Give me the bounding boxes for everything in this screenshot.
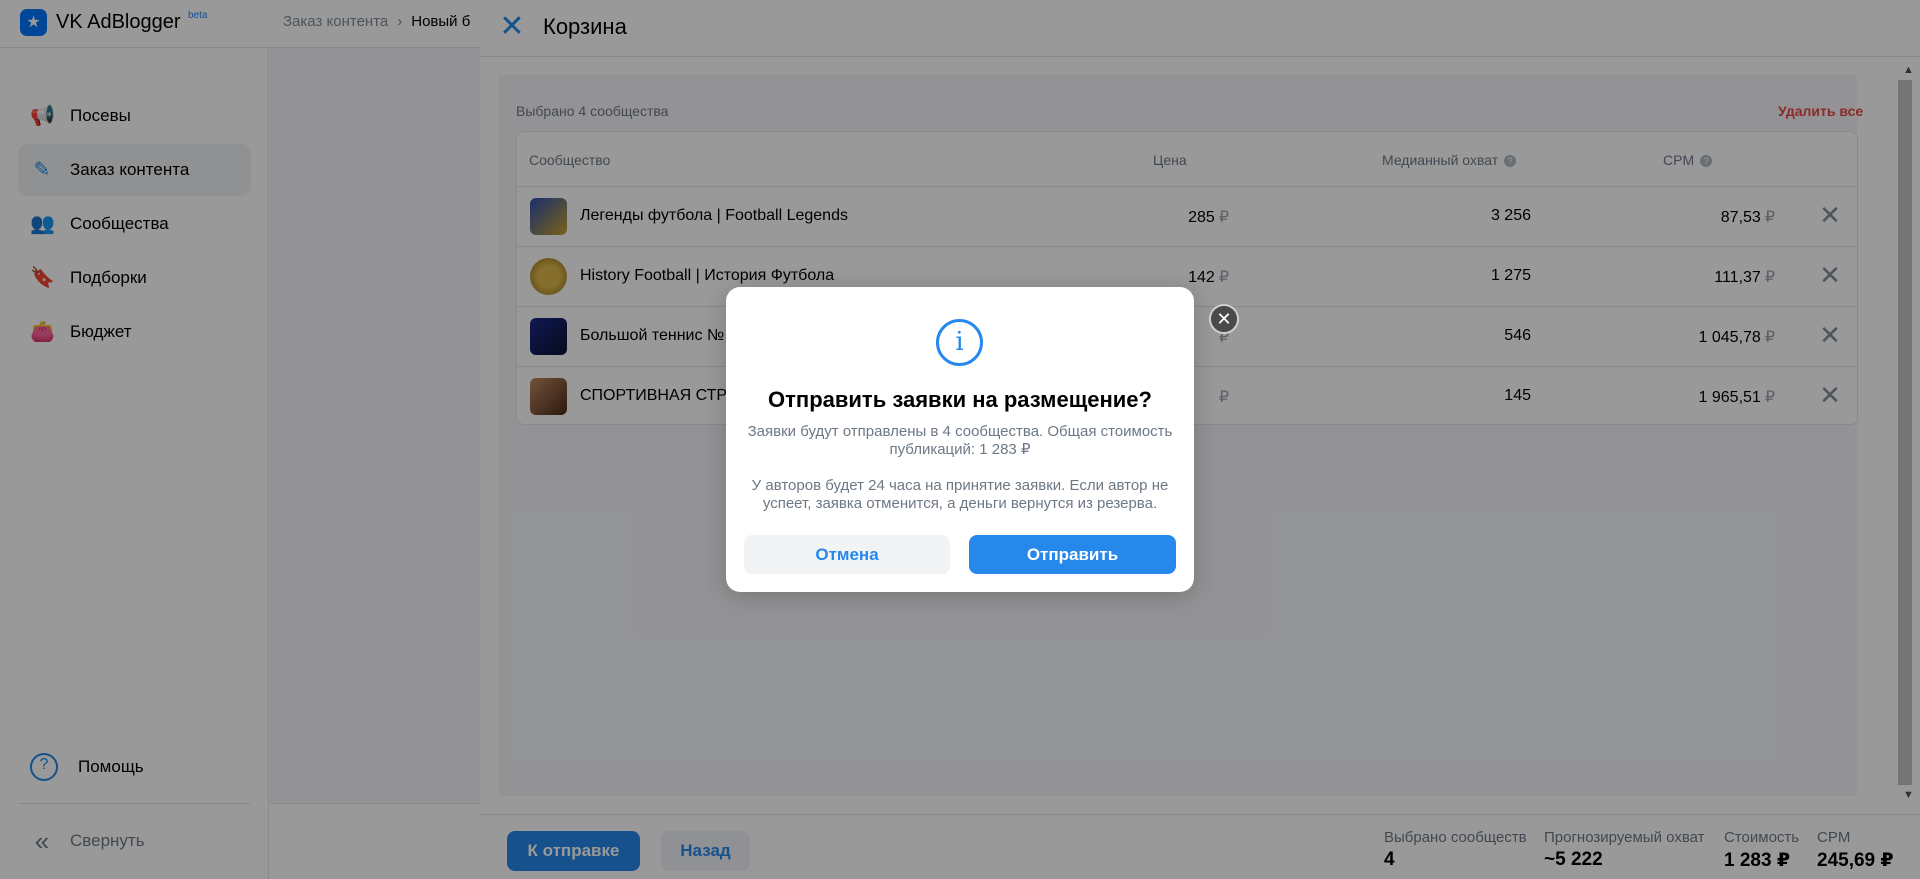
confirm-dialog: i Отправить заявки на размещение? Заявки…: [726, 287, 1194, 592]
cancel-button[interactable]: Отмена: [744, 535, 950, 574]
dialog-text: Заявки будут отправлены в 4 сообщества. …: [747, 423, 1173, 458]
dialog-text: У авторов будет 24 часа на принятие заяв…: [751, 477, 1169, 512]
dialog-title: Отправить заявки на размещение?: [768, 387, 1152, 412]
close-icon[interactable]: ✕: [1209, 304, 1239, 334]
info-icon: i: [936, 319, 983, 366]
send-button[interactable]: Отправить: [969, 535, 1176, 574]
